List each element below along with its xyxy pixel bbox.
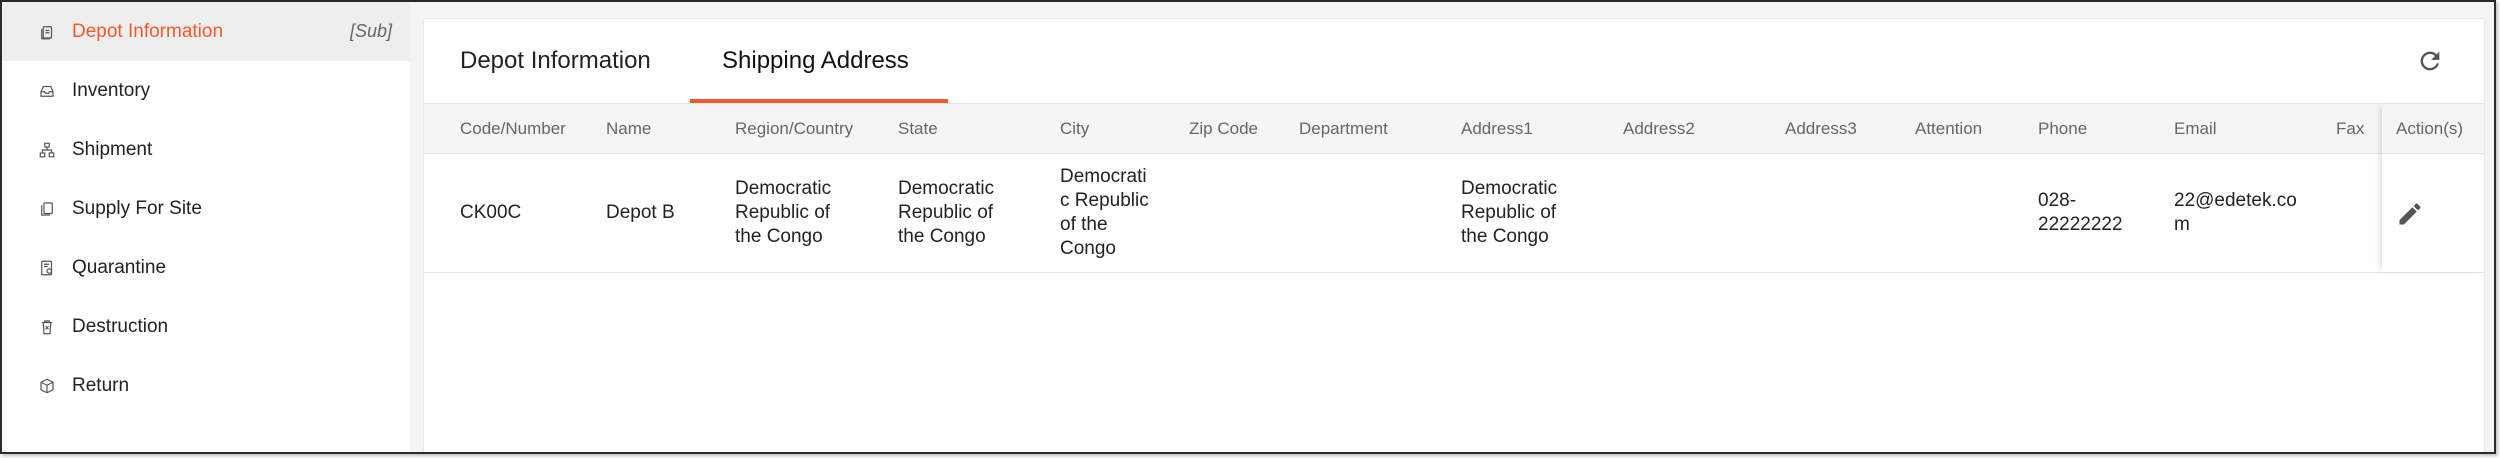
sidebar-item-label: Shipment (72, 138, 153, 160)
column-header-address1[interactable]: Address1 (1461, 119, 1533, 139)
cell-phone: 028- 22222222 (2038, 190, 2123, 235)
sidebar-item-label: Depot Information (72, 20, 224, 42)
cell-region: Democratic Republic of the Congo (735, 178, 832, 247)
column-header-phone[interactable]: Phone (2038, 119, 2087, 139)
column-header-address3[interactable]: Address3 (1785, 119, 1857, 139)
sub-tag: [Sub] (349, 21, 392, 41)
sidebar-item-label: Supply For Site (72, 197, 202, 219)
tab-bar: Depot Information Shipping Address (424, 19, 2484, 104)
table-header: Code/Number Name Region/Country State Ci… (424, 104, 2484, 154)
main-panel: Depot Information Shipping Address Code/… (424, 19, 2484, 452)
sidebar-item-depot-information[interactable]: Depot Information [Sub] (2, 2, 410, 61)
column-header-attention[interactable]: Attention (1915, 119, 1982, 139)
box-icon (36, 375, 58, 397)
column-header-fax[interactable]: Fax (2336, 119, 2364, 139)
column-header-code[interactable]: Code/Number (460, 119, 566, 139)
sidebar-item-return[interactable]: Return (2, 356, 410, 415)
trash-icon (36, 316, 58, 338)
active-tab-indicator (690, 99, 948, 103)
refresh-icon[interactable] (2416, 47, 2444, 75)
table-row[interactable]: CK00C Depot B Democratic Republic of the… (424, 154, 2484, 273)
column-header-city[interactable]: City (1060, 119, 1089, 139)
column-header-department[interactable]: Department (1299, 119, 1388, 139)
cell-address1: Democratic Republic of the Congo (1461, 178, 1558, 247)
sidebar-item-label: Inventory (72, 79, 151, 101)
sidebar-item-label: Return (72, 374, 130, 396)
column-header-state[interactable]: State (898, 119, 938, 139)
column-header-address2[interactable]: Address2 (1623, 119, 1695, 139)
sidebar-item-supply-for-site[interactable]: Supply For Site (2, 179, 410, 238)
sidebar-item-label: Quarantine (72, 256, 167, 278)
sidebar-item-shipment[interactable]: Shipment (2, 120, 410, 179)
column-header-email[interactable]: Email (2174, 119, 2217, 139)
sidebar-item-label: Destruction (72, 315, 169, 337)
cell-city: Democrati c Republic of the Congo (1060, 166, 1149, 259)
copy-icon (36, 198, 58, 220)
sidebar: Depot Information [Sub] Inventory Shipme… (2, 2, 410, 452)
sidebar-item-inventory[interactable]: Inventory (2, 61, 410, 120)
cell-state: Democratic Republic of the Congo (898, 178, 995, 247)
tab-depot-information[interactable]: Depot Information (460, 47, 651, 75)
column-header-name[interactable]: Name (606, 119, 651, 139)
edit-icon[interactable] (2396, 200, 2424, 228)
inbox-icon (36, 80, 58, 102)
column-header-region[interactable]: Region/Country (735, 119, 853, 139)
cell-code: CK00C (460, 202, 522, 223)
hierarchy-icon (36, 139, 58, 161)
column-header-zip[interactable]: Zip Code (1189, 119, 1258, 139)
sidebar-item-destruction[interactable]: Destruction (2, 297, 410, 356)
tab-shipping-address[interactable]: Shipping Address (722, 47, 909, 75)
actions-column (2382, 104, 2484, 272)
cell-email: 22@edetek.co m (2174, 190, 2297, 235)
document-icon (36, 21, 58, 43)
sidebar-item-quarantine[interactable]: Quarantine (2, 238, 410, 297)
quarantine-icon (36, 257, 58, 279)
app-window: Depot Information [Sub] Inventory Shipme… (0, 0, 2496, 454)
cell-name: Depot B (606, 202, 675, 223)
